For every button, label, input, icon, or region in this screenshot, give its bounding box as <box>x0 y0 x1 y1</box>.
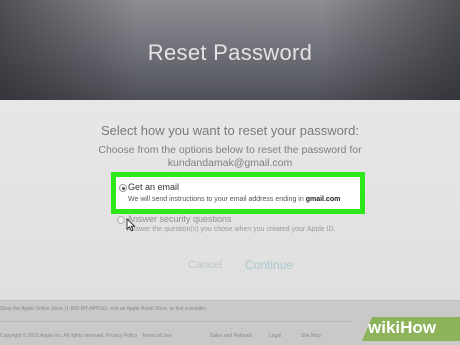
footer-divider <box>0 321 352 322</box>
wikihow-watermark: wikiHow <box>368 318 436 338</box>
footer-link-privacy[interactable]: Privacy Policy <box>106 333 137 339</box>
security-questions-description: Answer the question(s) you chose when yo… <box>127 226 336 233</box>
reset-instruction: Choose from the options below to reset t… <box>98 144 362 156</box>
reset-headline: Select how you want to reset your passwo… <box>101 123 359 138</box>
email-option-radio[interactable] <box>119 184 127 192</box>
email-option-label[interactable]: Get an email <box>128 182 179 192</box>
footer-link-sitemap[interactable]: Site Map <box>301 333 321 339</box>
cancel-button[interactable]: Cancel <box>188 259 222 271</box>
email-domain: gmail.com <box>305 196 341 203</box>
page-title: Reset Password <box>147 40 313 65</box>
option-email-highlight[interactable] <box>111 172 365 214</box>
footer-link-terms[interactable]: Terms of Use <box>142 333 171 339</box>
email-option-description: We will send instructions to your email … <box>128 196 340 203</box>
footer-link-legal[interactable]: Legal <box>269 333 281 339</box>
mouse-pointer-icon <box>126 218 136 232</box>
security-questions-radio[interactable] <box>117 216 125 224</box>
footer-link-sales[interactable]: Sales and Refunds <box>210 333 252 339</box>
email-option-description-text: We will send instructions to your email … <box>128 196 304 203</box>
wikihow-how: How <box>400 318 437 337</box>
footer-copyright: Copyright © 2016 Apple Inc. All rights r… <box>0 333 105 339</box>
footer-shop-text: Shop the Apple Online Store (1-800-MY-AP… <box>0 306 207 312</box>
continue-button[interactable]: Continue <box>245 258 293 272</box>
wikihow-wiki: wiki <box>368 318 401 337</box>
security-questions-label[interactable]: Answer security questions <box>127 214 232 224</box>
account-email: kundandamak@gmail.com <box>167 157 293 169</box>
